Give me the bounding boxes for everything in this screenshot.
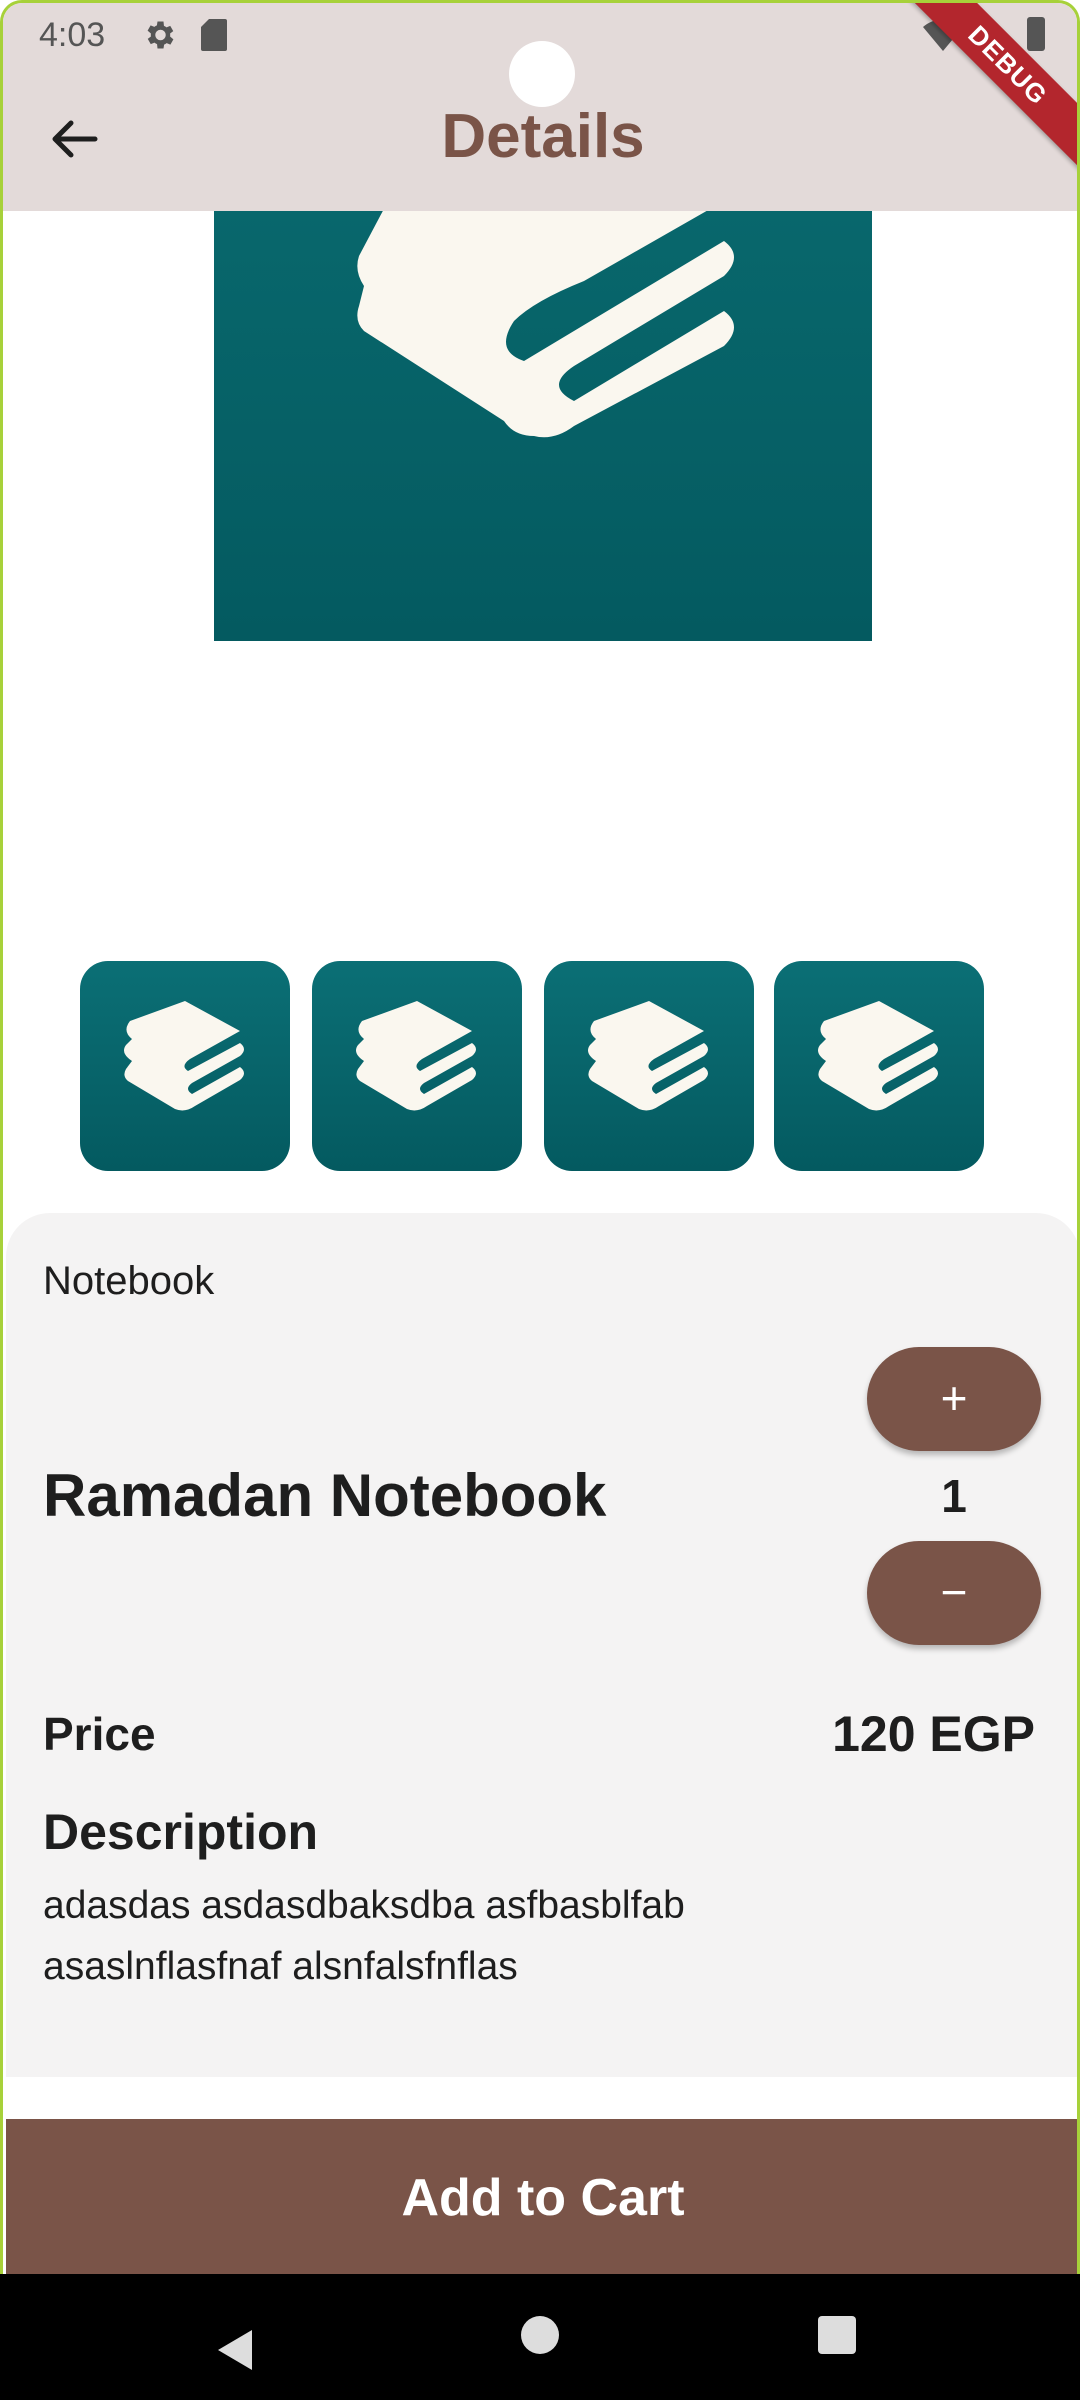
add-to-cart-button[interactable]: Add to Cart xyxy=(6,2119,1077,2274)
notebook-logo-icon xyxy=(588,1001,708,1111)
nav-home-icon[interactable] xyxy=(521,2316,559,2354)
thumbnail-3[interactable] xyxy=(544,961,754,1171)
app-frame: 4:03 2 DEBUG Details xyxy=(0,0,1080,2274)
product-name: Ramadan Notebook xyxy=(43,1462,607,1529)
thumbnail-4[interactable] xyxy=(774,961,984,1171)
page-title: Details xyxy=(441,102,645,171)
quantity-value: 1 xyxy=(941,1470,967,1522)
nav-recents-icon[interactable] xyxy=(818,2316,856,2354)
description-title: Description xyxy=(43,1804,319,1860)
notebook-logo-icon xyxy=(357,211,734,438)
sd-card-icon xyxy=(201,19,227,51)
product-category: Notebook xyxy=(43,1259,215,1303)
price-value: 120 EGP xyxy=(832,1706,1035,1762)
price-label: Price xyxy=(43,1708,156,1760)
nav-back-icon[interactable] xyxy=(218,2330,252,2370)
description-text: adasdas asdasdbaksdba asfbasblfab asasln… xyxy=(43,1884,685,1988)
increase-quantity-button[interactable]: + xyxy=(867,1347,1041,1451)
thumbnail-2[interactable] xyxy=(312,961,522,1171)
notebook-logo-icon xyxy=(356,1001,476,1111)
status-time: 4:03 xyxy=(39,16,106,54)
camera-cutout xyxy=(509,41,575,107)
thumbnail-1[interactable] xyxy=(80,961,290,1171)
notebook-logo-icon xyxy=(818,1001,938,1111)
decrease-quantity-button[interactable]: − xyxy=(867,1541,1041,1645)
battery-icon xyxy=(1027,17,1045,51)
notebook-logo-icon xyxy=(124,1001,244,1111)
product-main-image xyxy=(214,211,872,641)
thumbnail-strip xyxy=(80,961,988,1173)
settings-gear-icon xyxy=(147,21,174,49)
app-bar: 4:03 2 DEBUG Details xyxy=(3,3,1077,211)
